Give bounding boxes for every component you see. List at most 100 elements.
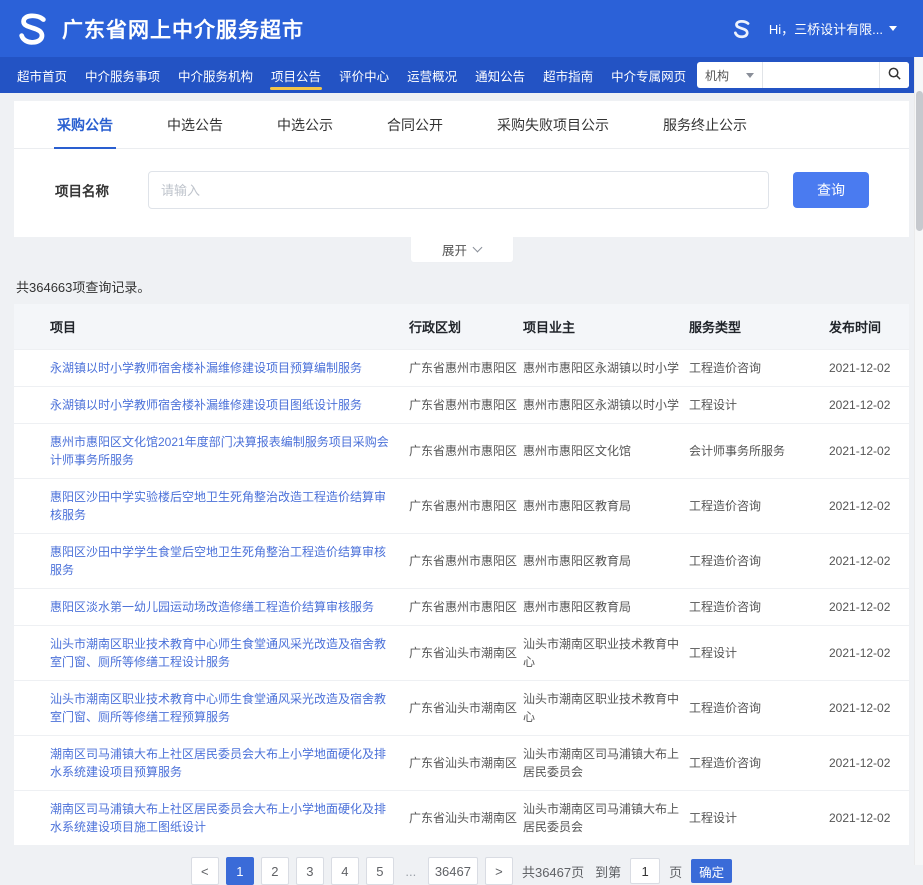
global-search-input[interactable] <box>763 62 879 88</box>
col-project: 项目 <box>14 304 409 350</box>
expand-label: 展开 <box>442 240 467 259</box>
table-row: 潮南区司马浦镇大布上社区居民委员会大布上小学地面硬化及排水系统建设项目施工图纸设… <box>14 791 909 846</box>
chevron-down-icon <box>473 243 483 253</box>
project-link[interactable]: 惠阳区沙田中学实验楼后空地卫生死角整治改造工程造价结算审核服务 <box>50 488 403 524</box>
project-link[interactable]: 汕头市潮南区职业技术教育中心师生食堂通风采光改造及宿舍教室门窗、厕所等修缮工程预… <box>50 690 403 726</box>
expand-wrap: 展开 <box>14 237 909 263</box>
tab-item[interactable]: 中选公告 <box>140 101 250 148</box>
cell-owner: 汕头市潮南区司马浦镇大布上居民委员会 <box>523 791 689 846</box>
result-count: 共364663项查询记录。 <box>16 277 907 296</box>
cell-service: 工程造价咨询 <box>689 681 829 736</box>
col-date: 发布时间 <box>829 304 909 350</box>
project-link[interactable]: 永湖镇以时小学教师宿舍楼补漏维修建设项目图纸设计服务 <box>50 396 403 414</box>
search-icon <box>887 66 902 84</box>
table-header-row: 项目 行政区划 项目业主 服务类型 发布时间 <box>14 304 909 350</box>
user-greeting: Hi，三桥设计有限... <box>769 19 883 38</box>
topbar: 广东省网上中介服务超市 Hi，三桥设计有限... <box>0 0 923 57</box>
user-menu[interactable]: Hi，三桥设计有限... <box>731 19 897 39</box>
page-button[interactable]: 4 <box>331 857 359 885</box>
cell-date: 2021-12-02 <box>829 479 909 534</box>
table-body: 永湖镇以时小学教师宿舍楼补漏维修建设项目预算编制服务 广东省惠州市惠阳区 惠州市… <box>14 350 909 846</box>
table-row: 惠阳区沙田中学学生食堂后空地卫生死角整治工程造价结算审核服务 广东省惠州市惠阳区… <box>14 534 909 589</box>
project-link[interactable]: 潮南区司马浦镇大布上社区居民委员会大布上小学地面硬化及排水系统建设项目施工图纸设… <box>50 800 403 836</box>
page-ellipsis: ... <box>401 864 421 879</box>
project-link[interactable]: 潮南区司马浦镇大布上社区居民委员会大布上小学地面硬化及排水系统建设项目预算服务 <box>50 745 403 781</box>
page-button[interactable]: 1 <box>226 857 254 885</box>
nav-search: 机构 <box>697 57 909 93</box>
table-row: 汕头市潮南区职业技术教育中心师生食堂通风采光改造及宿舍教室门窗、厕所等修缮工程预… <box>14 681 909 736</box>
nav-search-group: 机构 <box>697 62 909 88</box>
page-list: 12345... 36467 <box>226 857 478 885</box>
nav-item[interactable]: 超市指南 <box>534 57 602 93</box>
cell-date: 2021-12-02 <box>829 387 909 424</box>
pagination: < 12345...36467 > 共36467页 到第 页 确定 <box>14 857 909 885</box>
query-button[interactable]: 查询 <box>793 172 869 208</box>
prev-page-button[interactable]: < <box>191 857 219 885</box>
cell-region: 广东省惠州市惠阳区 <box>409 424 523 479</box>
col-owner: 项目业主 <box>523 304 689 350</box>
goto-page-input[interactable] <box>630 858 660 884</box>
tab-item[interactable]: 采购失败项目公示 <box>470 101 636 148</box>
nav-menu: 超市首页中介服务事项中介服务机构项目公告评价中心运营概况通知公告超市指南中介专属… <box>8 57 695 93</box>
page-button[interactable]: 2 <box>261 857 289 885</box>
site-title: 广东省网上中介服务超市 <box>62 14 304 44</box>
cell-owner: 惠州市惠阳区教育局 <box>523 534 689 589</box>
tab-item[interactable]: 采购公告 <box>30 101 140 148</box>
nav-item[interactable]: 评价中心 <box>330 57 398 93</box>
main-nav: 超市首页中介服务事项中介服务机构项目公告评价中心运营概况通知公告超市指南中介专属… <box>0 57 923 93</box>
page-button[interactable]: 36467 <box>428 857 478 885</box>
project-link[interactable]: 惠州市惠阳区文化馆2021年度部门决算报表编制服务项目采购会计师事务所服务 <box>50 433 403 469</box>
table-row: 永湖镇以时小学教师宿舍楼补漏维修建设项目图纸设计服务 广东省惠州市惠阳区 惠州市… <box>14 387 909 424</box>
tab-item[interactable]: 中选公示 <box>250 101 360 148</box>
project-link[interactable]: 永湖镇以时小学教师宿舍楼补漏维修建设项目预算编制服务 <box>50 359 403 377</box>
cell-date: 2021-12-02 <box>829 589 909 626</box>
global-search-button[interactable] <box>879 62 909 88</box>
nav-item[interactable]: 中介专属网页 <box>602 57 695 93</box>
page-button[interactable]: 5 <box>366 857 394 885</box>
project-link[interactable]: 惠阳区淡水第一幼儿园运动场改造修缮工程造价结算审核服务 <box>50 598 403 616</box>
cell-date: 2021-12-02 <box>829 791 909 846</box>
nav-item[interactable]: 中介服务事项 <box>76 57 169 93</box>
project-name-input[interactable] <box>148 171 769 209</box>
cell-date: 2021-12-02 <box>829 350 909 387</box>
search-category-value: 机构 <box>705 67 729 84</box>
tab-item[interactable]: 服务终止公示 <box>636 101 774 148</box>
cell-region: 广东省惠州市惠阳区 <box>409 350 523 387</box>
chevron-down-icon <box>889 26 897 31</box>
nav-item[interactable]: 运营概况 <box>398 57 466 93</box>
cell-region: 广东省惠州市惠阳区 <box>409 479 523 534</box>
cell-region: 广东省惠州市惠阳区 <box>409 387 523 424</box>
project-link[interactable]: 惠阳区沙田中学学生食堂后空地卫生死角整治工程造价结算审核服务 <box>50 543 403 579</box>
goto-confirm-button[interactable]: 确定 <box>691 859 732 883</box>
table-row: 惠州市惠阳区文化馆2021年度部门决算报表编制服务项目采购会计师事务所服务 广东… <box>14 424 909 479</box>
nav-item[interactable]: 通知公告 <box>466 57 534 93</box>
nav-item[interactable]: 项目公告 <box>262 57 330 93</box>
cell-owner: 惠州市惠阳区文化馆 <box>523 424 689 479</box>
scrollbar[interactable] <box>914 57 923 865</box>
user-org-icon <box>731 19 753 39</box>
tab-item[interactable]: 合同公开 <box>360 101 470 148</box>
cell-region: 广东省汕头市潮南区 <box>409 626 523 681</box>
scrollbar-thumb[interactable] <box>916 91 923 231</box>
goto-suffix-label: 页 <box>669 862 682 881</box>
page-button[interactable]: 3 <box>296 857 324 885</box>
table-row: 潮南区司马浦镇大布上社区居民委员会大布上小学地面硬化及排水系统建设项目预算服务 … <box>14 736 909 791</box>
filter-card: 采购公告中选公告中选公示合同公开采购失败项目公示服务终止公示 项目名称 查询 <box>14 101 909 237</box>
table-row: 惠阳区沙田中学实验楼后空地卫生死角整治改造工程造价结算审核服务 广东省惠州市惠阳… <box>14 479 909 534</box>
results-table-card: 项目 行政区划 项目业主 服务类型 发布时间 永湖镇以时小学教师宿舍楼补漏维修建… <box>14 304 909 845</box>
search-category-select[interactable]: 机构 <box>697 62 763 88</box>
nav-item[interactable]: 超市首页 <box>8 57 76 93</box>
cell-owner: 汕头市潮南区职业技术教育中心 <box>523 681 689 736</box>
project-link[interactable]: 汕头市潮南区职业技术教育中心师生食堂通风采光改造及宿舍教室门窗、厕所等修缮工程设… <box>50 635 403 671</box>
col-region: 行政区划 <box>409 304 523 350</box>
cell-owner: 汕头市潮南区司马浦镇大布上居民委员会 <box>523 736 689 791</box>
cell-region: 广东省惠州市惠阳区 <box>409 534 523 589</box>
total-pages-text: 共36467页 <box>522 862 584 881</box>
cell-service: 工程设计 <box>689 626 829 681</box>
site-logo-icon <box>14 12 52 46</box>
nav-item[interactable]: 中介服务机构 <box>169 57 262 93</box>
cell-owner: 汕头市潮南区职业技术教育中心 <box>523 626 689 681</box>
expand-button[interactable]: 展开 <box>410 237 514 263</box>
next-page-button[interactable]: > <box>485 857 513 885</box>
cell-service: 工程造价咨询 <box>689 350 829 387</box>
